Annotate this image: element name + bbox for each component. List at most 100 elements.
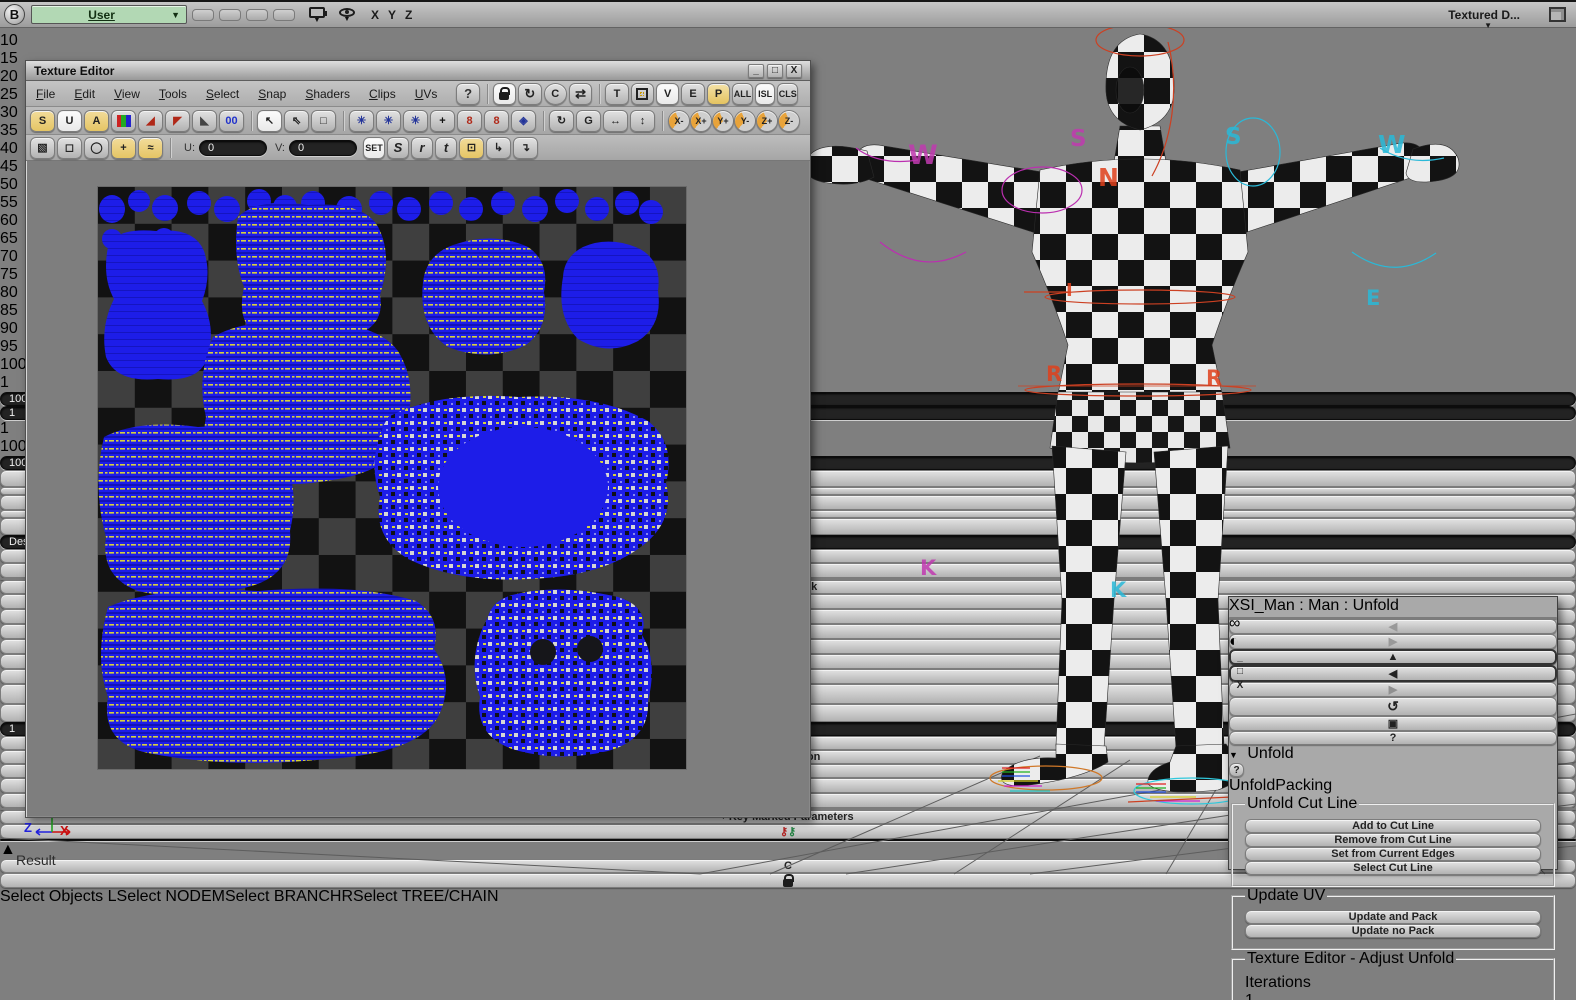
transform-rotate-button[interactable]: r xyxy=(411,136,433,159)
refresh-icon[interactable]: ↻ xyxy=(518,82,542,105)
show-all-toggle[interactable]: ALL xyxy=(732,82,753,105)
text-overlay-toggle[interactable]: T xyxy=(605,82,629,105)
minimize-button[interactable]: _ xyxy=(748,63,764,78)
nudge-yminus-button[interactable]: Y- xyxy=(734,109,756,132)
uv-canvas[interactable] xyxy=(98,187,686,769)
freeze-icon[interactable]: 00 xyxy=(219,109,244,132)
layout-slot-button-3[interactable] xyxy=(246,8,268,21)
help-button[interactable]: ? xyxy=(456,82,480,105)
section-help-button[interactable]: ? xyxy=(1229,763,1244,777)
vertex-toggle[interactable]: V xyxy=(656,82,680,105)
tab-packing[interactable]: Packing xyxy=(1275,777,1332,794)
menu-shaders[interactable]: Shaders xyxy=(305,87,350,101)
relax-net-icon[interactable]: ◈ xyxy=(511,109,536,132)
menu-file[interactable]: File xyxy=(36,87,55,101)
island-pivot-icon[interactable]: ⊡ xyxy=(459,136,484,159)
crop-tool-icon[interactable]: □ xyxy=(311,109,336,132)
edge-toggle[interactable]: E xyxy=(681,82,705,105)
axis-lock-buttons[interactable]: XYZ xyxy=(371,8,421,22)
user-layout-dropdown[interactable]: User ▼ xyxy=(31,5,187,24)
clip-copy-icon[interactable]: C xyxy=(543,82,567,105)
uv-sample-select-icon[interactable]: U xyxy=(57,109,82,132)
menu-view[interactable]: View xyxy=(114,87,140,101)
update-and-pack-button[interactable]: Update and Pack xyxy=(1245,910,1541,925)
nudge-xminus-button[interactable]: X- xyxy=(668,109,690,132)
menu-tools[interactable]: Tools xyxy=(159,87,187,101)
menu-clips[interactable]: Clips xyxy=(369,87,396,101)
unique-uvs-icon[interactable]: ≈ xyxy=(138,136,163,159)
collapse-u-icon[interactable]: ✳ xyxy=(403,109,428,132)
set-uv-button[interactable]: SET xyxy=(363,136,385,159)
mirror-icon[interactable]: ◣ xyxy=(192,109,217,132)
unfold-section-header[interactable]: ▼ Unfold ? xyxy=(1229,745,1557,777)
heal-uv-icon[interactable]: 8 xyxy=(457,109,482,132)
planar-projection-icon[interactable]: + xyxy=(111,136,136,159)
iterations-slider[interactable]: 1 xyxy=(1245,992,1541,1000)
fit-horizontal-icon[interactable]: ↔ xyxy=(603,109,628,132)
axis-lock-y[interactable]: Y xyxy=(388,8,396,22)
update-no-pack-button[interactable]: Update no Pack xyxy=(1245,924,1541,939)
select-cut-line-button[interactable]: Select Cut Line xyxy=(1245,860,1541,875)
prev-key-icon[interactable]: ◀ xyxy=(1229,619,1557,634)
nudge-zplus-button[interactable]: Z+ xyxy=(756,109,778,132)
remove-from-cut-line-button[interactable]: Remove from Cut Line xyxy=(1245,832,1541,847)
explorer-up-icon[interactable]: ▲ xyxy=(1229,649,1557,665)
heal-island-icon[interactable]: 8 xyxy=(484,109,509,132)
menu-snap[interactable]: Snap xyxy=(258,87,286,101)
unfold-dialog-titlebar[interactable]: XSI_Man : Man : Unfold ∞ ◐ _ □ X xyxy=(1229,597,1557,693)
flip-v-icon[interactable]: ◤ xyxy=(165,109,190,132)
display-mode-dropdown[interactable]: Textured D... ▼ xyxy=(1448,8,1520,30)
fit-grab-icon[interactable]: G xyxy=(576,109,601,132)
transform-translate-button[interactable]: t xyxy=(435,136,457,159)
v-value-field[interactable]: 0 xyxy=(289,139,357,156)
nudge-yplus-button[interactable]: Y+ xyxy=(712,109,734,132)
cluster-mode-toggle[interactable]: CLS xyxy=(777,82,799,105)
axis-lock-x[interactable]: X xyxy=(371,8,379,22)
menu-select[interactable]: Select xyxy=(206,87,239,101)
layout-slot-button-2[interactable] xyxy=(219,8,241,21)
menu-edit[interactable]: Edit xyxy=(74,87,95,101)
collapse-h-icon[interactable]: ✳ xyxy=(349,109,374,132)
rgb-channels-icon[interactable] xyxy=(111,109,136,132)
spherical-projection-icon[interactable]: ◯ xyxy=(84,136,109,159)
nudge-zminus-button[interactable]: Z- xyxy=(778,109,800,132)
grid-toggle[interactable] xyxy=(630,82,655,105)
layers-icon[interactable]: ▣ xyxy=(1229,716,1557,731)
help-icon[interactable]: ? xyxy=(1229,731,1557,745)
tab-unfold[interactable]: Unfold xyxy=(1229,777,1275,794)
select-tool-icon[interactable]: ↖ xyxy=(257,109,282,132)
next-key-icon[interactable]: ▶ xyxy=(1229,634,1557,649)
uv-point-select-icon[interactable]: S xyxy=(30,109,55,132)
translate-tool-icon[interactable]: ⇖ xyxy=(284,109,309,132)
cubic-projection-icon[interactable]: ▧ xyxy=(30,136,55,159)
nav-forward-icon[interactable]: ▶ xyxy=(1229,682,1557,697)
weld-points-icon[interactable]: + xyxy=(430,109,455,132)
polygon-toggle[interactable]: P xyxy=(706,82,731,105)
app-logo[interactable]: B xyxy=(4,4,25,25)
undo-icon[interactable]: ↺ xyxy=(1229,697,1557,716)
island-mode-toggle[interactable]: ISL xyxy=(754,82,776,105)
close-button[interactable]: X xyxy=(786,63,802,78)
pivot-free-icon[interactable]: ↴ xyxy=(513,136,538,159)
nudge-xplus-button[interactable]: X+ xyxy=(690,109,712,132)
lock-icon[interactable] xyxy=(492,82,517,105)
restore-window-icon[interactable] xyxy=(1549,7,1566,22)
texture-editor-titlebar[interactable]: Texture Editor _ □ X xyxy=(26,61,810,81)
swap-uv-icon[interactable]: ⇄ xyxy=(568,82,593,105)
uv-editor-area[interactable] xyxy=(27,161,809,816)
layout-slot-button-4[interactable] xyxy=(273,8,295,21)
layout-slot-button-1[interactable] xyxy=(192,8,214,21)
fit-rotate-icon[interactable]: ↻ xyxy=(549,109,574,132)
fit-vertical-icon[interactable]: ↕ xyxy=(630,109,655,132)
nav-back-icon[interactable]: ◀ xyxy=(1229,665,1557,682)
flip-u-icon[interactable]: ◢ xyxy=(138,109,163,132)
camera-view-button[interactable]: ▼ xyxy=(309,6,327,24)
pivot-axis-icon[interactable]: ↳ xyxy=(486,136,511,159)
maximize-button[interactable]: □ xyxy=(767,63,783,78)
uv-auto-select-icon[interactable]: A xyxy=(84,109,109,132)
cylindrical-projection-icon[interactable]: ◻ xyxy=(57,136,82,159)
add-to-cut-line-button[interactable]: Add to Cut Line xyxy=(1245,818,1541,833)
u-value-field[interactable]: 0 xyxy=(199,139,267,156)
visibility-button[interactable]: ▼ xyxy=(339,7,355,23)
transform-scale-button[interactable]: S xyxy=(387,136,409,159)
